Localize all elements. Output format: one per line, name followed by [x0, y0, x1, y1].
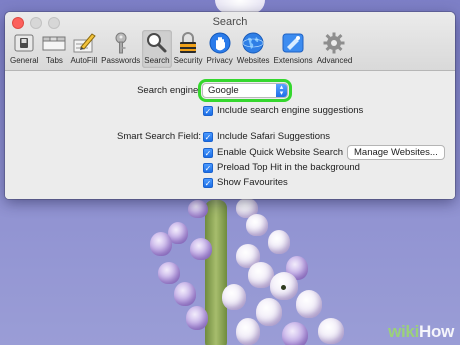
manage-websites-button[interactable]: Manage Websites... [347, 145, 445, 160]
padlock-icon [177, 31, 199, 55]
safari-suggestions-row[interactable]: ✓ Include Safari Suggestions [203, 131, 330, 142]
safari-suggestions-label: Include Safari Suggestions [217, 131, 331, 142]
checkbox-checked-icon[interactable]: ✓ [203, 131, 213, 142]
preload-label: Preload Top Hit in the background [217, 162, 360, 173]
flower-bud [188, 200, 208, 218]
tab-extensions[interactable]: Extensions [272, 30, 315, 68]
flower-bud [174, 282, 196, 306]
tab-label: Advanced [316, 56, 353, 65]
puzzle-icon [281, 31, 305, 55]
tab-label: Passwords [101, 56, 141, 65]
tab-label: Security [173, 56, 203, 65]
tab-tabs[interactable]: Tabs [40, 30, 68, 68]
window-title: Search [212, 16, 248, 28]
checkbox-checked-icon[interactable]: ✓ [203, 147, 213, 158]
tab-autofill[interactable]: AutoFill [68, 30, 99, 68]
flower-bud [222, 284, 246, 310]
checkbox-checked-icon[interactable]: ✓ [203, 105, 213, 116]
tab-security[interactable]: Security [172, 30, 205, 68]
flower-bud [296, 290, 322, 318]
quick-website-label: Enable Quick Website Search [217, 147, 344, 158]
flower-bud [270, 272, 298, 300]
flower-bud [318, 318, 344, 344]
tab-label: Search [144, 56, 170, 65]
checkbox-checked-icon[interactable]: ✓ [203, 177, 213, 188]
tabs-icon [42, 31, 66, 55]
include-suggestions-row[interactable]: ✓ Include search engine suggestions [203, 105, 363, 116]
flower-bud [256, 298, 282, 326]
tab-label: General [10, 56, 39, 65]
tab-privacy[interactable]: Privacy [205, 30, 235, 68]
hand-icon [209, 31, 231, 55]
flower-bud [158, 262, 180, 284]
flower-bud [282, 322, 308, 345]
search-preferences-pane: Search engine: Google ▴ ▾ ✓ Include searc… [5, 71, 455, 199]
quick-website-row[interactable]: ✓ Enable Quick Website Search [203, 147, 343, 158]
key-icon [110, 31, 132, 55]
search-engine-value: Google [208, 85, 239, 96]
tab-search[interactable]: Search [142, 30, 172, 68]
include-suggestions-label: Include search engine suggestions [217, 105, 364, 116]
preference-tabs: General Tabs AutoFill Passwords Search S… [8, 30, 354, 68]
tab-label: Websites [236, 56, 270, 65]
toolbar: Search General Tabs AutoFill Passwords S… [5, 12, 455, 71]
gear-icon [323, 31, 345, 55]
flower-stem [205, 200, 227, 345]
tab-websites[interactable]: Websites [235, 30, 272, 68]
flower-bud [246, 214, 268, 236]
tab-label: Extensions [273, 56, 313, 65]
preload-row[interactable]: ✓ Preload Top Hit in the background [203, 162, 360, 173]
pencil-form-icon [72, 31, 96, 55]
flower-bud [150, 232, 172, 256]
favourites-label: Show Favourites [217, 177, 288, 188]
tab-passwords[interactable]: Passwords [99, 30, 142, 68]
checkbox-checked-icon[interactable]: ✓ [203, 162, 213, 173]
watermark-suffix: How [419, 322, 454, 341]
smart-search-label: Smart Search Field: [117, 131, 201, 142]
wikihow-watermark: wikiHow [388, 322, 454, 342]
general-switch-icon [13, 31, 35, 55]
search-engine-label: Search engine: [137, 85, 201, 96]
watermark-prefix: wiki [388, 322, 420, 341]
tab-label: AutoFill [70, 56, 98, 65]
flower-bud [190, 238, 212, 260]
flower-bud [236, 318, 260, 345]
flower-bud [186, 306, 208, 330]
tab-general[interactable]: General [8, 30, 40, 68]
tab-label: Privacy [206, 56, 233, 65]
search-engine-select[interactable]: Google ▴ ▾ [198, 79, 292, 102]
flower-bud [268, 230, 290, 254]
chevron-updown-icon: ▴ ▾ [276, 84, 287, 97]
tab-advanced[interactable]: Advanced [315, 30, 355, 68]
preferences-window: Search General Tabs AutoFill Passwords S… [5, 12, 455, 199]
magnifier-icon [145, 31, 169, 55]
globe-icon [242, 31, 264, 55]
favourites-row[interactable]: ✓ Show Favourites [203, 177, 288, 188]
tab-label: Tabs [46, 56, 63, 65]
